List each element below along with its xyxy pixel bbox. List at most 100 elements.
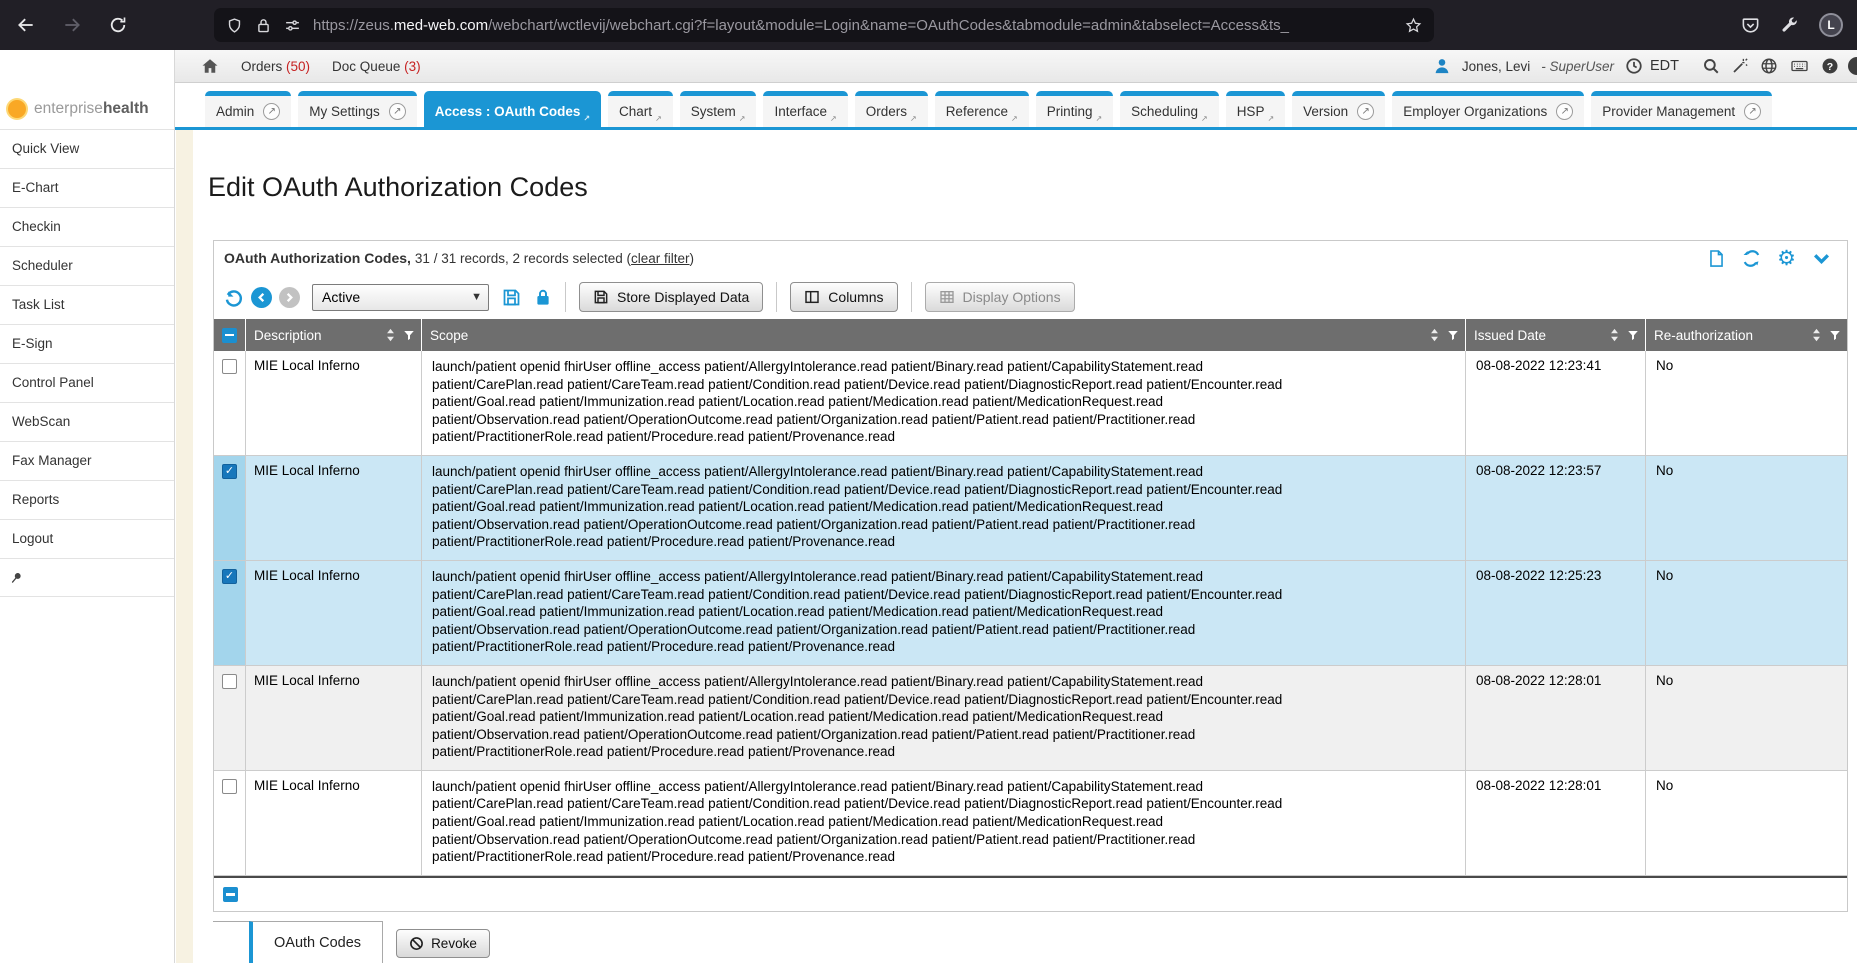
popout-icon[interactable]: ↗ xyxy=(1744,103,1761,120)
popout-icon[interactable]: ↗ xyxy=(1556,103,1573,120)
sidebar-item-checkin[interactable]: Checkin xyxy=(0,208,174,247)
home-icon[interactable] xyxy=(201,57,219,75)
orders-link[interactable]: Orders (50) xyxy=(241,59,310,74)
sort-icon[interactable] xyxy=(385,328,396,342)
tab-hsp[interactable]: HSP ↗ xyxy=(1226,91,1285,127)
table-row[interactable]: MIE Local Inferno launch/patient openid … xyxy=(214,771,1847,876)
row-checkbox[interactable] xyxy=(222,779,237,794)
url-bar[interactable]: https://zeus.med-web.com/webchart/wctlev… xyxy=(214,8,1434,42)
undo-icon[interactable] xyxy=(223,287,244,308)
popout-icon[interactable]: ↗ xyxy=(389,103,406,120)
lock-icon[interactable] xyxy=(255,17,272,34)
tab-employer-organizations[interactable]: Employer Organizations ↗ xyxy=(1392,91,1584,127)
app-logo[interactable]: enterprisehealth xyxy=(0,50,174,130)
row-checkbox[interactable]: ✓ xyxy=(222,464,237,479)
collapse-icon[interactable] xyxy=(1812,249,1831,268)
forward-icon[interactable] xyxy=(62,15,82,35)
refresh-icon[interactable] xyxy=(1742,249,1761,268)
columns-icon xyxy=(804,289,820,305)
doc-queue-link[interactable]: Doc Queue (3) xyxy=(332,59,421,74)
store-displayed-data-button[interactable]: Store Displayed Data xyxy=(579,282,763,312)
sidebar-item-scheduler[interactable]: Scheduler xyxy=(0,247,174,286)
help-icon[interactable]: ? xyxy=(1821,57,1839,75)
globe-icon[interactable] xyxy=(1760,57,1778,75)
pocket-icon[interactable] xyxy=(1741,16,1760,35)
tab-label: Orders xyxy=(866,104,907,119)
keyboard-icon[interactable] xyxy=(1789,57,1810,75)
tools-icon[interactable] xyxy=(1780,16,1799,35)
sidebar-item-e-sign[interactable]: E-Sign xyxy=(0,325,174,364)
sidebar-item-webscan[interactable]: WebScan xyxy=(0,403,174,442)
tab-my-settings[interactable]: My Settings ↗ xyxy=(298,91,417,127)
prev-icon[interactable] xyxy=(251,287,272,308)
row-issued-date: 08-08-2022 12:28:01 xyxy=(1466,771,1646,875)
display-options-button[interactable]: Display Options xyxy=(925,282,1075,312)
permissions-icon[interactable] xyxy=(284,17,301,34)
tab-scheduling[interactable]: Scheduling ↗ xyxy=(1120,91,1219,127)
popout-icon[interactable]: ↗ xyxy=(263,103,280,120)
table-row[interactable]: ✓ MIE Local Inferno launch/patient openi… xyxy=(214,561,1847,666)
tab-access-oauth-codes[interactable]: Access : OAuth Codes ↗ xyxy=(424,91,601,127)
sort-icon[interactable] xyxy=(1609,328,1620,342)
table-row[interactable]: MIE Local Inferno launch/patient openid … xyxy=(214,351,1847,456)
gear-icon[interactable]: ⚙ xyxy=(1777,249,1796,268)
tab-printing[interactable]: Printing ↗ xyxy=(1036,91,1113,127)
bookmark-star-icon[interactable] xyxy=(1405,17,1422,34)
sidebar-item-task-list[interactable]: Task List xyxy=(0,286,174,325)
tab-orders[interactable]: Orders ↗ xyxy=(855,91,928,127)
user-name[interactable]: Jones, Levi xyxy=(1462,59,1530,74)
next-icon[interactable] xyxy=(279,287,300,308)
status-filter-select[interactable]: Active ▼ xyxy=(312,284,489,311)
tab-system[interactable]: System ↗ xyxy=(680,91,757,127)
table-footer xyxy=(214,878,1847,911)
table-row[interactable]: MIE Local Inferno launch/patient openid … xyxy=(214,666,1847,771)
url-text[interactable]: https://zeus.med-web.com/webchart/wctlev… xyxy=(313,17,1393,34)
sidebar-item-fax-manager[interactable]: Fax Manager xyxy=(0,442,174,481)
account-avatar[interactable]: L xyxy=(1819,13,1843,37)
wand-icon[interactable] xyxy=(1731,57,1749,75)
sidebar-item-e-chart[interactable]: E-Chart xyxy=(0,169,174,208)
filter-icon[interactable] xyxy=(1829,329,1841,342)
save-icon[interactable] xyxy=(501,287,522,308)
sidebar-item-quick-view[interactable]: Quick View xyxy=(0,130,174,169)
row-select-cell xyxy=(214,351,246,455)
col-description[interactable]: Description xyxy=(246,319,422,351)
back-icon[interactable] xyxy=(16,15,36,35)
clock-icon[interactable] xyxy=(1625,57,1643,75)
popout-icon[interactable]: ↗ xyxy=(1357,103,1374,120)
shield-icon[interactable] xyxy=(226,17,243,34)
sidebar-item-reports[interactable]: Reports xyxy=(0,481,174,520)
filter-icon[interactable] xyxy=(403,329,415,342)
tab-version[interactable]: Version ↗ xyxy=(1292,91,1385,127)
row-issued-date: 08-08-2022 12:23:41 xyxy=(1466,351,1646,455)
new-doc-icon[interactable] xyxy=(1707,249,1726,268)
filter-icon[interactable] xyxy=(1447,329,1459,342)
tab-oauth-codes[interactable]: OAuth Codes xyxy=(249,921,383,963)
reload-icon[interactable] xyxy=(108,15,128,35)
table-row[interactable]: ✓ MIE Local Inferno launch/patient openi… xyxy=(214,456,1847,561)
sort-icon[interactable] xyxy=(1429,328,1440,342)
select-all-icon[interactable] xyxy=(222,328,237,343)
clear-filter-link[interactable]: clear filter xyxy=(631,251,690,266)
select-all-icon[interactable] xyxy=(223,887,238,902)
sidebar-pin-row[interactable] xyxy=(0,559,174,597)
search-icon[interactable] xyxy=(1702,57,1720,75)
tab-provider-management[interactable]: Provider Management ↗ xyxy=(1591,91,1772,127)
tab-interface[interactable]: Interface ↗ xyxy=(763,91,847,127)
col-reauthorization[interactable]: Re-authorization xyxy=(1646,319,1847,351)
tab-chart[interactable]: Chart ↗ xyxy=(608,91,673,127)
tab-admin[interactable]: Admin ↗ xyxy=(205,91,291,127)
row-checkbox[interactable] xyxy=(222,674,237,689)
lock-blue-icon[interactable] xyxy=(534,287,552,308)
revoke-button[interactable]: Revoke xyxy=(396,929,490,958)
sort-icon[interactable] xyxy=(1811,328,1822,342)
sidebar-item-control-panel[interactable]: Control Panel xyxy=(0,364,174,403)
row-checkbox[interactable] xyxy=(222,359,237,374)
columns-button[interactable]: Columns xyxy=(790,282,897,312)
col-issued-date[interactable]: Issued Date xyxy=(1466,319,1646,351)
filter-icon[interactable] xyxy=(1627,329,1639,342)
tab-reference[interactable]: Reference ↗ xyxy=(935,91,1029,127)
sidebar-item-logout[interactable]: Logout xyxy=(0,520,174,559)
col-scope[interactable]: Scope xyxy=(422,319,1466,351)
row-checkbox[interactable]: ✓ xyxy=(222,569,237,584)
